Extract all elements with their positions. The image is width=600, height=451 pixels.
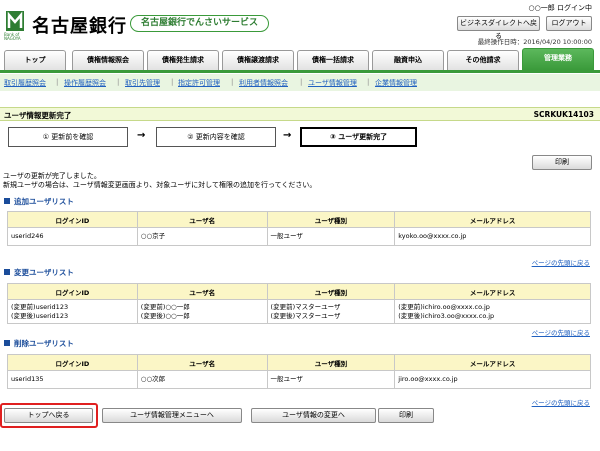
- completion-message: ユーザの更新が完了しました。: [3, 172, 101, 180]
- print-button-top[interactable]: 印刷: [532, 155, 592, 170]
- page-top-link[interactable]: ページの先頭に戻る: [532, 397, 590, 407]
- changed-users-title: 変更ユーザリスト: [14, 268, 74, 277]
- table-row: (変更前)userid123 (変更後)userid123 (変更前)○○一郎 …: [7, 299, 591, 324]
- print-button-bottom[interactable]: 印刷: [378, 408, 434, 423]
- column-header-email: メールアドレス: [394, 283, 591, 300]
- added-users-table: ログインID ユーザ名 ユーザ種別 メールアドレス userid246 ○○京子…: [7, 211, 591, 246]
- subnav-separator: |: [300, 78, 303, 86]
- tab-bulk-request[interactable]: 債権一括請求: [297, 50, 369, 70]
- cell-login-id: userid135: [7, 370, 138, 389]
- cell-user-type: (変更前)マスターユーザ (変更後)マスターユーザ: [266, 299, 396, 324]
- cell-login-id: userid246: [7, 227, 138, 246]
- column-header-user-type: ユーザ種別: [266, 211, 396, 228]
- cell-user-name: ○○京子: [136, 227, 268, 246]
- cell-email: (変更前)ichiro.oo@xxxx.co.jp (変更後)ichiro3.o…: [394, 299, 591, 324]
- column-header-login-id: ログインID: [7, 283, 138, 300]
- cell-login-id: (変更前)userid123 (変更後)userid123: [7, 299, 138, 324]
- tab-credit-inquiry[interactable]: 債権情報照会: [72, 50, 144, 70]
- table-row: userid135 ○○次郎 一般ユーザ jiro.oo@xxxx.co.jp: [7, 370, 591, 389]
- tab-financing[interactable]: 融資申込: [372, 50, 444, 70]
- user-management-menu-button[interactable]: ユーザ情報管理メニューへ: [102, 408, 242, 423]
- subnav-separator: |: [171, 78, 174, 86]
- added-users-title: 追加ユーザリスト: [14, 197, 74, 206]
- main-tabs: トップ 債権情報照会 債権発生請求 債権譲渡請求 債権一括請求 融資申込 その他…: [0, 48, 600, 72]
- step-arrow-icon: →: [137, 130, 146, 141]
- added-users-heading: 追加ユーザリスト: [4, 196, 74, 207]
- subnav-user-info-inquiry[interactable]: 利用者情報照会: [239, 78, 288, 88]
- section-square-icon: [4, 198, 10, 204]
- column-header-login-id: ログインID: [7, 211, 138, 228]
- column-header-user-type: ユーザ種別: [266, 354, 396, 371]
- bank-logo-icon: [6, 11, 24, 31]
- last-operation-time: 最終操作日時：2016/04/20 10:00:00: [477, 38, 592, 46]
- service-name-badge: 名古屋銀行でんさいサービス: [130, 15, 270, 32]
- tab-credit-issue[interactable]: 債権発生請求: [147, 50, 219, 70]
- tab-credit-transfer[interactable]: 債権譲渡請求: [222, 50, 294, 70]
- deleted-users-heading: 削除ユーザリスト: [4, 338, 74, 349]
- changed-users-table: ログインID ユーザ名 ユーザ種別 メールアドレス (変更前)userid123…: [7, 283, 591, 324]
- cell-user-name: ○○次郎: [136, 370, 268, 389]
- bank-name: 名古屋銀行: [32, 16, 127, 37]
- table-header-row: ログインID ユーザ名 ユーザ種別 メールアドレス: [7, 283, 591, 300]
- page-top-link[interactable]: ページの先頭に戻る: [532, 327, 590, 337]
- subnav-operation-history[interactable]: 操作履歴照会: [64, 78, 106, 88]
- page-title: ユーザ情報更新完了: [4, 111, 72, 120]
- deleted-users-title: 削除ユーザリスト: [14, 339, 74, 348]
- cell-email: jiro.oo@xxxx.co.jp: [394, 370, 591, 389]
- column-header-user-name: ユーザ名: [136, 354, 268, 371]
- subnav-separator: |: [231, 78, 234, 86]
- column-header-user-name: ユーザ名: [136, 211, 268, 228]
- tab-top[interactable]: トップ: [4, 50, 66, 70]
- logout-button[interactable]: ログアウト: [546, 16, 592, 31]
- subnav-partner-management[interactable]: 取引先管理: [125, 78, 160, 88]
- column-header-user-name: ユーザ名: [136, 283, 268, 300]
- column-header-user-type: ユーザ種別: [266, 283, 396, 300]
- step-1: ① 更新前を確認: [8, 127, 128, 147]
- login-status: ○○一郎 ログイン中: [528, 4, 592, 12]
- business-direct-button[interactable]: ビジネスダイレクトへ戻る: [457, 16, 540, 40]
- subnav-user-info-management[interactable]: ユーザ情報管理: [308, 78, 357, 88]
- subnav-separator: |: [117, 78, 120, 86]
- sub-navigation: 取引履歴照会 | 操作履歴照会 | 取引先管理 | 指定許可管理 | 利用者情報…: [0, 74, 600, 91]
- user-info-change-button[interactable]: ユーザ情報の変更へ: [251, 408, 376, 423]
- screen-id: SCRKUK14103: [533, 110, 594, 119]
- column-header-login-id: ログインID: [7, 354, 138, 371]
- subnav-separator: |: [367, 78, 370, 86]
- cell-email: kyoko.oo@xxxx.co.jp: [394, 227, 591, 246]
- cell-user-name: (変更前)○○一郎 (変更後)○○一郎: [136, 299, 268, 324]
- instruction-message: 新規ユーザの場合は、ユーザ情報変更画面より、対象ユーザに対して権限の追加を行って…: [3, 181, 317, 189]
- page-title-bar: ユーザ情報更新完了 SCRKUK14103: [0, 107, 600, 121]
- page-top-link[interactable]: ページの先頭に戻る: [532, 257, 590, 267]
- subnav-company-info-management[interactable]: 企業情報管理: [375, 78, 417, 88]
- tab-other-requests[interactable]: その他請求: [447, 50, 519, 70]
- section-square-icon: [4, 340, 10, 346]
- subnav-permission-management[interactable]: 指定許可管理: [178, 78, 220, 88]
- back-to-top-button[interactable]: トップへ戻る: [4, 408, 93, 423]
- table-header-row: ログインID ユーザ名 ユーザ種別 メールアドレス: [7, 211, 591, 228]
- column-header-email: メールアドレス: [394, 211, 591, 228]
- deleted-users-table: ログインID ユーザ名 ユーザ種別 メールアドレス userid135 ○○次郎…: [7, 354, 591, 389]
- header: Bank of NAGOYA 名古屋銀行 名古屋銀行でんさいサービス ○○一郎 …: [0, 0, 600, 50]
- step-arrow-icon: →: [283, 130, 292, 141]
- subnav-separator: |: [56, 78, 59, 86]
- column-header-email: メールアドレス: [394, 354, 591, 371]
- subnav-transaction-history[interactable]: 取引履歴照会: [4, 78, 46, 88]
- logo-subtext: Bank of NAGOYA: [4, 32, 21, 41]
- changed-users-heading: 変更ユーザリスト: [4, 267, 74, 278]
- cell-user-type: 一般ユーザ: [266, 227, 396, 246]
- table-row: userid246 ○○京子 一般ユーザ kyoko.oo@xxxx.co.jp: [7, 227, 591, 246]
- tab-underline: [0, 70, 600, 73]
- step-3-current: ③ ユーザ更新完了: [300, 127, 417, 147]
- tab-management[interactable]: 管理業務: [522, 48, 594, 70]
- table-header-row: ログインID ユーザ名 ユーザ種別 メールアドレス: [7, 354, 591, 371]
- cell-user-type: 一般ユーザ: [266, 370, 396, 389]
- section-square-icon: [4, 269, 10, 275]
- step-2: ② 更新内容を確認: [156, 127, 276, 147]
